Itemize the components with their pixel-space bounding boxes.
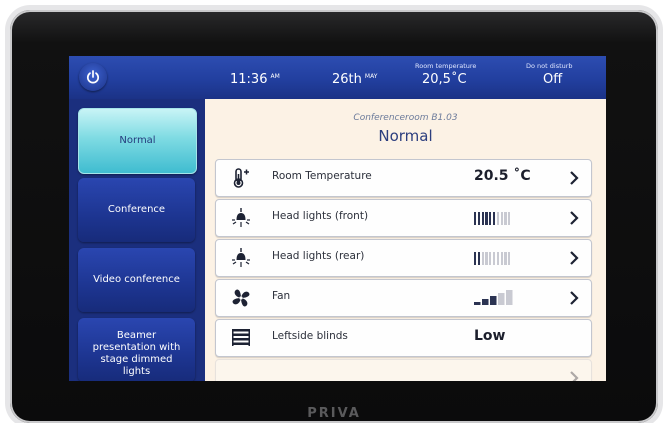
- date: 26th MAY: [332, 72, 377, 87]
- level-bar: [485, 212, 488, 225]
- leftside-blinds-row[interactable]: Leftside blinds Low: [215, 319, 592, 357]
- mode-sidebar: Normal Conference Video conference Beame…: [69, 99, 205, 381]
- dimmer-level-bars: [474, 211, 511, 225]
- fan-speed-bar: [506, 290, 513, 305]
- fan-icon: [232, 289, 250, 307]
- mode-button-video-conference[interactable]: Video conference: [78, 248, 195, 312]
- fan-speed-bar: [498, 293, 505, 305]
- fan-speed-bar: [482, 299, 489, 305]
- level-bar: [508, 252, 511, 265]
- clock-time: 11:36: [230, 72, 268, 87]
- level-bar: [481, 212, 484, 225]
- room-name: Conferenceroom B1.03: [353, 113, 458, 123]
- row-label: Head lights (rear): [272, 250, 365, 262]
- date-day: 26th: [332, 72, 362, 87]
- mode-button-normal[interactable]: Normal: [78, 108, 197, 174]
- partial-row[interactable]: [215, 359, 592, 381]
- level-bar: [481, 252, 484, 265]
- fan-row[interactable]: Fan: [215, 279, 592, 317]
- chevron-right-icon[interactable]: [567, 249, 581, 267]
- level-bar: [474, 252, 477, 265]
- chevron-right-icon[interactable]: [567, 369, 581, 381]
- room-temp-label: Room temperature: [415, 62, 477, 70]
- mode-button-conference[interactable]: Conference: [78, 178, 195, 242]
- level-bar: [474, 212, 477, 225]
- row-label: Leftside blinds: [272, 330, 348, 342]
- level-bar: [504, 212, 507, 225]
- level-bar: [485, 252, 488, 265]
- row-label: Fan: [272, 290, 291, 302]
- head-lights-rear-row[interactable]: Head lights (rear): [215, 239, 592, 277]
- level-bar: [496, 212, 500, 225]
- level-bar: [477, 212, 481, 225]
- fan-speed-bars: [474, 290, 513, 305]
- chevron-right-icon[interactable]: [567, 169, 581, 187]
- level-bar: [489, 212, 492, 225]
- current-mode: Normal: [378, 127, 433, 145]
- level-bar: [504, 252, 507, 265]
- top-bar: 11:36 AM 26th MAY Room temperature 20,5˚C …: [69, 56, 606, 99]
- chevron-right-icon[interactable]: [567, 209, 581, 227]
- dnd-toggle[interactable]: Off: [543, 72, 562, 87]
- brand-logo: PRIVA: [307, 406, 361, 421]
- level-bar: [508, 212, 511, 225]
- level-bar: [500, 252, 503, 265]
- head-light-icon: [232, 208, 250, 227]
- mode-label: Beamer presentation with stage dimmed li…: [92, 330, 181, 377]
- date-month: MAY: [364, 72, 378, 80]
- mode-label: Normal: [119, 135, 156, 146]
- chevron-right-icon[interactable]: [567, 289, 581, 307]
- power-icon: [86, 70, 100, 84]
- thermometer-icon: [233, 168, 249, 188]
- touch-screen: 11:36 AM 26th MAY Room temperature 20,5˚C …: [69, 56, 606, 381]
- row-label: Room Temperature: [272, 170, 372, 182]
- room-control-panel: Conferenceroom B1.03 Normal Room Tempera…: [205, 99, 606, 381]
- head-light-icon: [232, 248, 250, 267]
- mode-button-beamer-presentation[interactable]: Beamer presentation with stage dimmed li…: [78, 318, 195, 381]
- mode-label: Conference: [107, 204, 166, 215]
- dnd-label: Do not disturb: [526, 62, 573, 70]
- room-temp-value: 20,5˚C: [422, 72, 467, 87]
- power-button[interactable]: [79, 63, 107, 91]
- level-bar: [496, 252, 500, 265]
- fan-speed-bar: [490, 296, 497, 305]
- level-bar: [492, 212, 496, 225]
- fan-speed-bar: [474, 302, 481, 305]
- blinds-icon: [232, 329, 250, 346]
- blinds-value: Low: [474, 328, 506, 344]
- room-temperature-row[interactable]: Room Temperature 20.5 ˚C: [215, 159, 592, 197]
- dimmer-level-bars: [474, 251, 511, 265]
- mode-label: Video conference: [93, 274, 180, 285]
- level-bar: [477, 252, 481, 265]
- clock: 11:36 AM: [230, 72, 280, 87]
- head-lights-front-row[interactable]: Head lights (front): [215, 199, 592, 237]
- temperature-value: 20.5 ˚C: [474, 168, 531, 184]
- level-bar: [492, 252, 496, 265]
- row-label: Head lights (front): [272, 210, 369, 222]
- level-bar: [489, 252, 492, 265]
- clock-ampm: AM: [270, 72, 280, 80]
- level-bar: [500, 212, 503, 225]
